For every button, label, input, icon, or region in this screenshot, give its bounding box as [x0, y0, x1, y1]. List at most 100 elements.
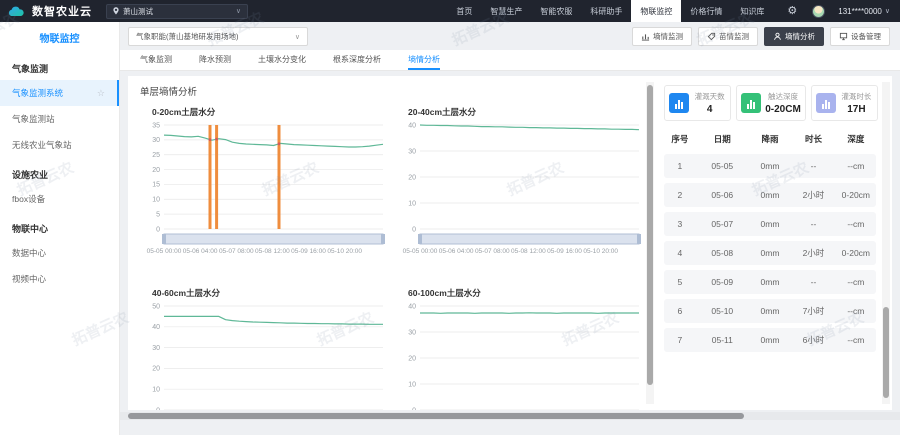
- soil-moisture-chart[interactable]: 60-100cm土层水分01020304005-05 00:0005-06 04…: [394, 284, 646, 410]
- svg-text:40: 40: [408, 303, 416, 310]
- table-cell: 0mm: [749, 161, 791, 171]
- table-cell: 2小时: [791, 189, 836, 201]
- nav-item-物联监控[interactable]: 物联监控: [631, 0, 681, 22]
- table-vertical-scrollbar[interactable]: [882, 82, 890, 404]
- nav-item-知识库[interactable]: 知识库: [731, 0, 773, 22]
- table-row[interactable]: 105-050mm----cm: [664, 154, 876, 178]
- column-header: 序号: [664, 133, 696, 145]
- table-cell: 3: [664, 219, 696, 229]
- nav-item-价格行情[interactable]: 价格行情: [681, 0, 731, 22]
- sidebar-item-无线农业气象站[interactable]: 无线农业气象站: [0, 132, 119, 158]
- table-cell: 1: [664, 161, 696, 171]
- svg-text:05-07 08:00: 05-07 08:00: [219, 248, 254, 255]
- svg-text:0: 0: [156, 407, 160, 410]
- svg-text:05-05 00:00: 05-05 00:00: [147, 248, 182, 255]
- sidebar-item-fbox设备[interactable]: fbox设备: [0, 186, 119, 212]
- tab-土壤水分变化[interactable]: 土壤水分变化: [258, 50, 306, 70]
- tab-根系深度分析[interactable]: 根系深度分析: [333, 50, 381, 70]
- table-cell: 5: [664, 277, 696, 287]
- charts-vertical-scrollbar[interactable]: [646, 82, 654, 404]
- screen-icon: [839, 32, 848, 41]
- table-cell: 05-05: [696, 161, 749, 171]
- svg-text:20: 20: [152, 366, 160, 373]
- action-button-设备管理[interactable]: 设备管理: [830, 27, 890, 46]
- table-cell: 0mm: [749, 277, 791, 287]
- table-cell: 0mm: [749, 306, 791, 316]
- svg-text:0: 0: [156, 226, 160, 233]
- tag-icon: [707, 32, 716, 41]
- svg-text:30: 30: [152, 345, 160, 352]
- svg-text:5: 5: [156, 211, 160, 218]
- svg-text:0: 0: [412, 407, 416, 410]
- action-button-墒情分析[interactable]: 墒情分析: [764, 27, 824, 46]
- column-header: 日期: [696, 133, 749, 145]
- scrollbar-thumb[interactable]: [647, 85, 653, 384]
- footer-spacer: [120, 420, 900, 435]
- device-selector[interactable]: 气象职能(萧山基地研发用场地): [128, 27, 308, 46]
- svg-text:20: 20: [408, 355, 416, 362]
- column-header: 降雨: [749, 133, 791, 145]
- sidebar-item-label: fbox设备: [12, 193, 45, 205]
- action-label: 设备管理: [851, 31, 881, 42]
- nav-item-智慧生产[interactable]: 智慧生产: [481, 0, 531, 22]
- user-menu[interactable]: 131****0000: [838, 7, 890, 16]
- table-cell: --cm: [836, 335, 876, 345]
- stat-value: 4: [693, 104, 726, 115]
- svg-text:30: 30: [408, 329, 416, 336]
- table-row[interactable]: 605-100mm7小时--cm: [664, 299, 876, 323]
- stat-label: 触达深度: [765, 91, 801, 102]
- table-row[interactable]: 705-110mm6小时--cm: [664, 328, 876, 352]
- star-icon[interactable]: [97, 89, 105, 98]
- stat-value: 17H: [840, 104, 873, 115]
- svg-text:20: 20: [408, 174, 416, 181]
- sidebar-item-label: 无线农业气象站: [12, 139, 72, 151]
- action-button-墒情监测[interactable]: 墒情监测: [632, 27, 692, 46]
- table-cell: 05-07: [696, 219, 749, 229]
- settings-gear-icon[interactable]: [787, 6, 797, 17]
- sidebar-item-label: 视频中心: [12, 273, 46, 285]
- stat-cards: 灌溉天数4触达深度0-20CM灌溉时长17H: [664, 85, 878, 121]
- table-cell: --cm: [836, 219, 876, 229]
- table-row[interactable]: 305-070mm----cm: [664, 212, 876, 236]
- nav-item-智能农服[interactable]: 智能农服: [531, 0, 581, 22]
- brand-cloud-icon: [8, 6, 24, 17]
- svg-text:30: 30: [408, 148, 416, 155]
- action-label: 墒情监测: [653, 31, 683, 42]
- soil-moisture-chart[interactable]: 0-20cm土层水分0510152025303505-05 00:0005-06…: [138, 103, 390, 274]
- table-row[interactable]: 505-090mm----cm: [664, 270, 876, 294]
- table-cell: 7: [664, 335, 696, 345]
- location-selector[interactable]: 萧山测试: [106, 4, 248, 19]
- soil-moisture-chart[interactable]: 40-60cm土层水分0102030405005-05 00:0005-06 0…: [138, 284, 390, 410]
- table-row[interactable]: 205-060mm2小时0-20cm: [664, 183, 876, 207]
- tab-降水预测[interactable]: 降水预测: [199, 50, 231, 70]
- stat-label: 灌溉时长: [840, 91, 873, 102]
- sidebar-item-气象监测系统[interactable]: 气象监测系统: [0, 80, 119, 106]
- content-card: 单层墒情分析 0-20cm土层水分0510152025303505-05 00:…: [128, 76, 892, 410]
- svg-text:40: 40: [152, 324, 160, 331]
- tab-墒情分析[interactable]: 墒情分析: [408, 50, 440, 70]
- table-cell: --cm: [836, 306, 876, 316]
- sidebar-item-气象监测站[interactable]: 气象监测站: [0, 106, 119, 132]
- stat-card-灌溉时长: 灌溉时长 17H: [811, 85, 878, 121]
- user-avatar[interactable]: [812, 5, 825, 18]
- horizontal-scrollbar[interactable]: [120, 412, 900, 420]
- scrollbar-thumb[interactable]: [128, 413, 744, 419]
- action-label: 苗情监测: [719, 31, 749, 42]
- sidebar-item-label: 气象监测站: [12, 113, 55, 125]
- table-cell: 0mm: [749, 190, 791, 200]
- table-cell: --: [791, 161, 836, 171]
- sidebar-item-视频中心[interactable]: 视频中心: [0, 266, 119, 292]
- svg-text:05-10 20:00: 05-10 20:00: [327, 248, 362, 255]
- tab-气象监测[interactable]: 气象监测: [140, 50, 172, 70]
- sidebar-item-数据中心[interactable]: 数据中心: [0, 240, 119, 266]
- svg-text:50: 50: [152, 303, 160, 310]
- scrollbar-thumb[interactable]: [883, 307, 889, 397]
- nav-item-科研助手[interactable]: 科研助手: [581, 0, 631, 22]
- irrigation-table: 序号日期降雨时长深度105-050mm----cm205-060mm2小时0-2…: [664, 130, 878, 410]
- table-row[interactable]: 405-080mm2小时0-20cm: [664, 241, 876, 265]
- chart-title: 40-60cm土层水分: [138, 284, 390, 300]
- brand-title: 数智农业云: [32, 3, 92, 19]
- soil-moisture-chart[interactable]: 20-40cm土层水分01020304005-05 00:0005-06 04:…: [394, 103, 646, 274]
- nav-item-首页[interactable]: 首页: [447, 0, 481, 22]
- action-button-苗情监测[interactable]: 苗情监测: [698, 27, 758, 46]
